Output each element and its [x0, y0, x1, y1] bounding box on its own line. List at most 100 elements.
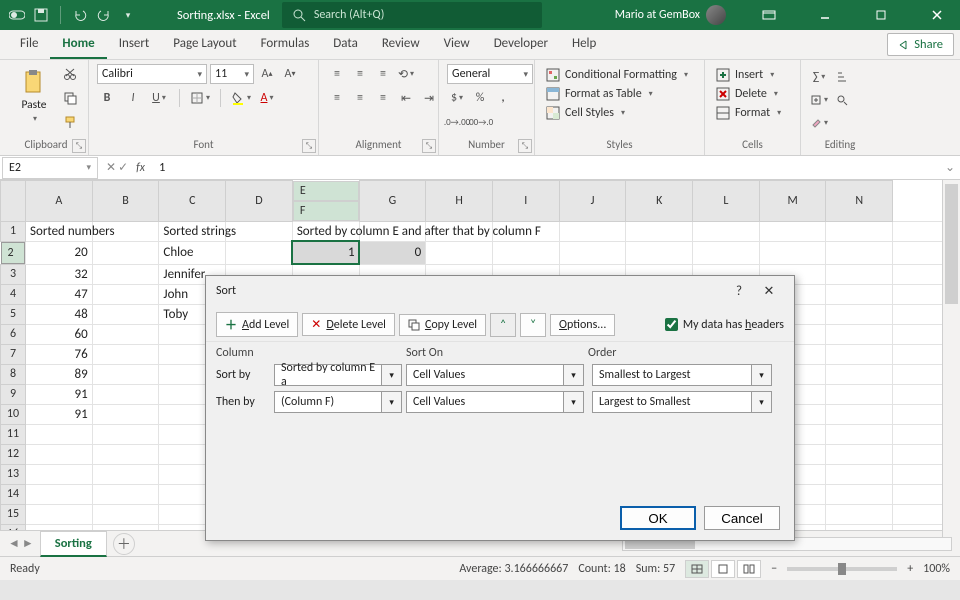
column-header[interactable]: D: [226, 181, 293, 222]
cell[interactable]: Sorted strings: [159, 221, 226, 241]
fill-button[interactable]: ▾: [809, 90, 829, 110]
autosum-button[interactable]: ∑▾: [809, 67, 829, 87]
font-color-button[interactable]: A▾: [257, 88, 277, 108]
column-header[interactable]: B: [92, 181, 159, 222]
cell[interactable]: [759, 241, 826, 264]
conditional-formatting-button[interactable]: Conditional Formatting▾: [543, 67, 691, 83]
cell[interactable]: [826, 344, 893, 364]
minimize-button[interactable]: [802, 0, 848, 30]
number-dialog-launcher[interactable]: ⤡: [518, 139, 532, 153]
enter-formula-icon[interactable]: ✓: [118, 160, 128, 175]
search-box[interactable]: Search (Alt+Q): [282, 2, 542, 28]
cell[interactable]: [92, 324, 159, 344]
cell[interactable]: [559, 241, 626, 264]
cell[interactable]: [826, 384, 893, 404]
underline-button[interactable]: U ▾: [149, 88, 169, 108]
user-account[interactable]: Mario at GemBox: [615, 5, 726, 25]
sheet-nav-prev[interactable]: ◄: [8, 536, 20, 551]
cell[interactable]: [92, 384, 159, 404]
sheet-tab-sorting[interactable]: Sorting: [40, 531, 107, 557]
cell[interactable]: [826, 324, 893, 344]
cell[interactable]: [559, 221, 626, 241]
row-header[interactable]: 11: [1, 424, 26, 444]
row-header[interactable]: 7: [1, 344, 26, 364]
cell[interactable]: [626, 241, 693, 264]
dialog-help-button[interactable]: ?: [724, 284, 754, 299]
cell[interactable]: [759, 221, 826, 241]
zoom-slider[interactable]: [787, 567, 897, 571]
row-header[interactable]: 14: [1, 484, 26, 504]
cell[interactable]: 76: [26, 344, 93, 364]
cell[interactable]: [826, 524, 893, 530]
cell[interactable]: [92, 424, 159, 444]
clear-button[interactable]: ▾: [809, 113, 829, 133]
page-break-view-button[interactable]: [737, 560, 761, 578]
cell[interactable]: [826, 304, 893, 324]
cell[interactable]: [626, 221, 693, 241]
chevron-down-icon[interactable]: ▾: [382, 364, 402, 386]
ribbon-display-options[interactable]: [746, 0, 792, 30]
increase-decimal[interactable]: .0→.00: [447, 112, 467, 132]
column-header[interactable]: K: [626, 181, 693, 222]
font-name-combo[interactable]: Calibri▾: [97, 64, 207, 84]
tab-formulas[interactable]: Formulas: [249, 30, 322, 59]
cell[interactable]: [693, 241, 760, 264]
comma-format[interactable]: ,: [493, 88, 513, 108]
cell[interactable]: [26, 484, 93, 504]
move-up-button[interactable]: ˄: [490, 313, 516, 337]
maximize-button[interactable]: [858, 0, 904, 30]
row-header[interactable]: 3: [1, 264, 26, 284]
name-box[interactable]: E2▾: [2, 157, 98, 179]
row-header[interactable]: 9: [1, 384, 26, 404]
cell[interactable]: [26, 524, 93, 530]
align-top[interactable]: ≡: [327, 64, 347, 84]
align-left[interactable]: ≡: [327, 88, 347, 108]
clipboard-dialog-launcher[interactable]: ⤡: [72, 139, 86, 153]
decrease-indent[interactable]: ⇤: [396, 88, 416, 108]
copy-button[interactable]: [60, 88, 80, 108]
accounting-format[interactable]: $▾: [447, 88, 467, 108]
cell[interactable]: 91: [26, 384, 93, 404]
column-header[interactable]: A: [26, 181, 93, 222]
paste-button[interactable]: Paste ▾: [12, 64, 56, 124]
sort-on-select[interactable]: Cell Values: [406, 391, 564, 413]
tab-home[interactable]: Home: [50, 30, 106, 59]
insert-cells-button[interactable]: Insert▾: [713, 67, 777, 83]
row-header[interactable]: 5: [1, 304, 26, 324]
column-header[interactable]: C: [159, 181, 226, 222]
cell[interactable]: [226, 241, 293, 264]
new-sheet-button[interactable]: ＋: [113, 533, 135, 555]
cell[interactable]: [92, 241, 159, 264]
column-header[interactable]: G: [359, 181, 426, 222]
cell[interactable]: [92, 484, 159, 504]
row-header[interactable]: 1: [1, 221, 26, 241]
cell[interactable]: 91: [26, 404, 93, 424]
cell[interactable]: [26, 424, 93, 444]
sort-on-select[interactable]: Cell Values: [406, 364, 564, 386]
zoom-out-button[interactable]: −: [771, 562, 777, 576]
format-as-table-button[interactable]: Format as Table▾: [543, 86, 656, 102]
sheet-nav-next[interactable]: ►: [22, 536, 34, 551]
cell[interactable]: 89: [26, 364, 93, 384]
sort-order-select[interactable]: Smallest to Largest: [592, 364, 752, 386]
close-button[interactable]: [914, 0, 960, 30]
cell[interactable]: [826, 504, 893, 524]
my-data-has-headers-checkbox[interactable]: My data has headers: [665, 318, 784, 332]
cell[interactable]: [826, 484, 893, 504]
row-header[interactable]: 2: [1, 242, 25, 264]
orientation-button[interactable]: ⟲▾: [396, 64, 416, 84]
row-header[interactable]: 6: [1, 324, 26, 344]
move-down-button[interactable]: ˅: [520, 313, 546, 337]
increase-font-button[interactable]: A▴: [257, 64, 277, 84]
cell[interactable]: [826, 464, 893, 484]
percent-format[interactable]: %: [470, 88, 490, 108]
cell[interactable]: 0: [359, 241, 426, 264]
ok-button[interactable]: OK: [620, 506, 696, 530]
formula-input[interactable]: 1: [153, 160, 940, 175]
tab-review[interactable]: Review: [370, 30, 432, 59]
row-header[interactable]: 10: [1, 404, 26, 424]
sort-order-select[interactable]: Largest to Smallest: [592, 391, 752, 413]
find-select-button[interactable]: [832, 90, 852, 110]
zoom-in-button[interactable]: +: [907, 562, 913, 576]
column-header[interactable]: N: [826, 181, 893, 222]
